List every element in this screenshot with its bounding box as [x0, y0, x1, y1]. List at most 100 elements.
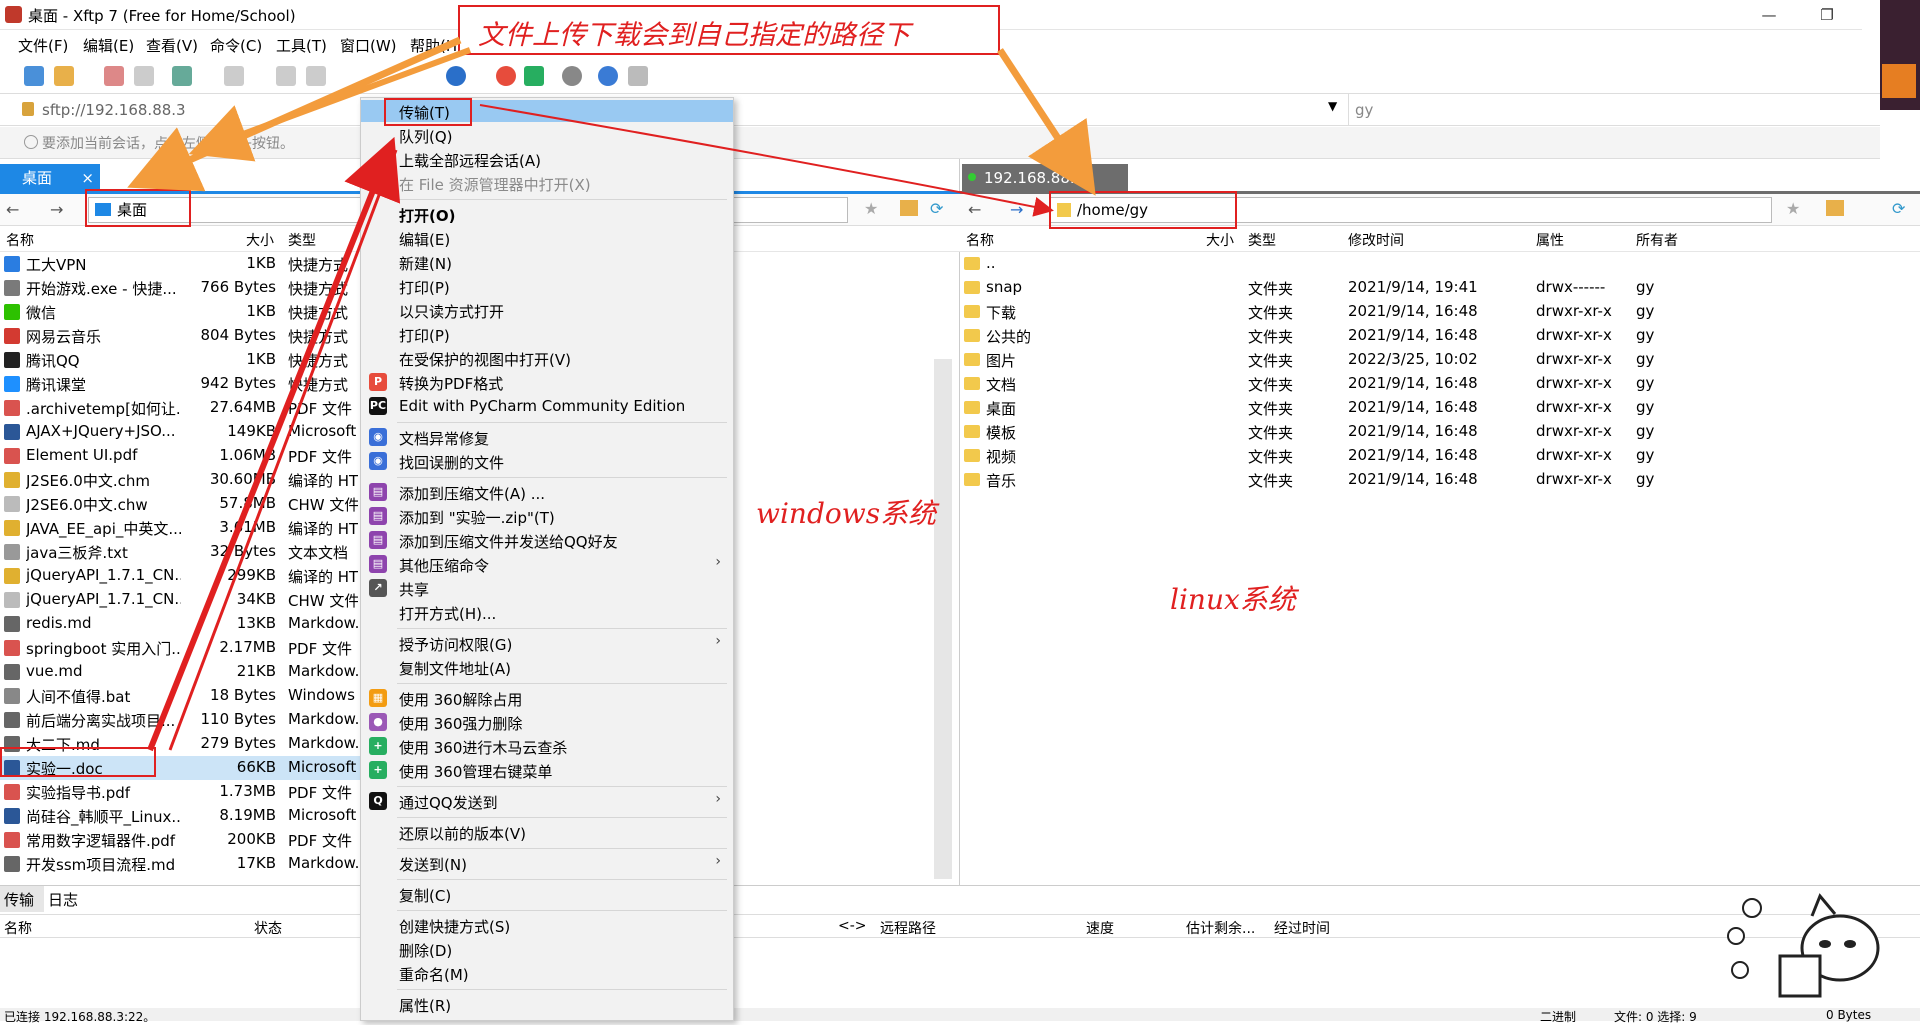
table-row[interactable]: .archivetemp[如何让... 27.64MB PDF 文件	[0, 396, 360, 420]
table-row[interactable]: 开始游戏.exe - 快捷... 766 Bytes 快捷方式	[0, 276, 360, 300]
table-row[interactable]: JAVA_EE_api_中英文... 3.61MB 编译的 HT	[0, 516, 360, 540]
table-row[interactable]: 桌面 文件夹 2021/9/14, 16:48 drwxr-xr-x gy	[960, 396, 1920, 420]
remote-refresh-icon[interactable]: ⟳	[1892, 199, 1905, 218]
rcol-attr[interactable]: 属性	[1536, 230, 1564, 250]
table-row[interactable]: 常用数字逻辑器件.pdf 200KB PDF 文件	[0, 828, 360, 852]
table-row[interactable]: 公共的 文件夹 2021/9/14, 16:48 drwxr-xr-x gy	[960, 324, 1920, 348]
tab-close-icon[interactable]: ×	[81, 164, 94, 192]
back-icon[interactable]: ←	[6, 200, 19, 219]
table-row[interactable]: 开发ssm项目流程.md 17KB Markdow.	[0, 852, 360, 876]
table-row[interactable]: jQueryAPI_1.7.1_CN... 34KB CHW 文件	[0, 588, 360, 612]
address-dropdown-icon[interactable]: ▼	[1328, 99, 1337, 113]
table-row[interactable]: 音乐 文件夹 2021/9/14, 16:48 drwxr-xr-x gy	[960, 468, 1920, 492]
table-row[interactable]: 模板 文件夹 2021/9/14, 16:48 drwxr-xr-x gy	[960, 420, 1920, 444]
rcol-time[interactable]: 修改时间	[1348, 230, 1404, 250]
star-icon[interactable]: ★	[864, 199, 878, 218]
context-menu-item[interactable]: 打开方式(H)...	[361, 601, 733, 623]
context-menu-item[interactable]: ▦ 使用 360解除占用	[361, 687, 733, 709]
table-row[interactable]: springboot 实用入门... 2.17MB PDF 文件	[0, 636, 360, 660]
table-row[interactable]: snap 文件夹 2021/9/14, 19:41 drwx------ gy	[960, 276, 1920, 300]
context-menu-item[interactable]: 属性(R)	[361, 993, 733, 1015]
table-row[interactable]: 视频 文件夹 2021/9/14, 16:48 drwxr-xr-x gy	[960, 444, 1920, 468]
forward-icon[interactable]: →	[50, 200, 63, 219]
context-menu-item[interactable]: P 转换为PDF格式	[361, 371, 733, 393]
context-menu-item[interactable]: ↗ 共享	[361, 577, 733, 599]
context-menu-item[interactable]: 还原以前的版本(V)	[361, 821, 733, 843]
context-menu-item[interactable]: 队列(Q)	[361, 124, 733, 146]
context-menu-item[interactable]: 复制(C)	[361, 883, 733, 905]
chat-icon[interactable]	[628, 66, 648, 86]
sync-icon[interactable]	[172, 66, 192, 86]
context-menu-item[interactable]: 打开(O)	[361, 203, 733, 225]
remote-home-icon[interactable]	[1826, 200, 1844, 216]
user-icon[interactable]	[1882, 64, 1916, 98]
table-row[interactable]: 文档 文件夹 2021/9/14, 16:48 drwxr-xr-x gy	[960, 372, 1920, 396]
tab-log[interactable]: 日志	[48, 889, 78, 910]
table-row[interactable]: 腾讯QQ 1KB 快捷方式	[0, 348, 360, 372]
context-menu-item[interactable]: + 使用 360管理右键菜单	[361, 759, 733, 781]
xshell-icon[interactable]	[496, 66, 516, 86]
left-scrollbar[interactable]	[934, 359, 952, 879]
menu-help[interactable]: 帮助(H)	[410, 35, 463, 56]
rcol-type[interactable]: 类型	[1248, 230, 1276, 250]
xftp-icon[interactable]	[524, 66, 544, 86]
context-menu-item[interactable]: 授予访问权限(G) ›	[361, 632, 733, 654]
table-row[interactable]: J2SE6.0中文.chw 57.8MB CHW 文件	[0, 492, 360, 516]
menu-window[interactable]: 窗口(W)	[340, 35, 397, 56]
table-row[interactable]: java三板斧.txt 32 Bytes 文本文档	[0, 540, 360, 564]
table-row[interactable]: 图片 文件夹 2022/3/25, 10:02 drwxr-xr-x gy	[960, 348, 1920, 372]
username-field[interactable]: gy	[1348, 94, 1638, 126]
col-name[interactable]: 名称	[6, 230, 34, 250]
gear-icon[interactable]	[562, 66, 582, 86]
tcol-eta[interactable]: 估计剩余...	[1186, 918, 1255, 938]
refresh-icon[interactable]: ⟳	[930, 199, 943, 218]
paste-icon[interactable]	[306, 66, 326, 86]
context-menu-item[interactable]: 新建(N)	[361, 251, 733, 273]
context-menu-item[interactable]: ◉ 找回误删的文件	[361, 450, 733, 472]
rcol-size[interactable]: 大小	[1206, 230, 1234, 250]
table-row[interactable]: 微信 1KB 快捷方式	[0, 300, 360, 324]
tcol-remote-path[interactable]: 远程路径	[880, 918, 936, 938]
table-row[interactable]: 尚硅谷_韩顺平_Linux... 8.19MB Microsoft	[0, 804, 360, 828]
tcol-direction[interactable]: <->	[838, 918, 867, 934]
tcol-name[interactable]: 名称	[4, 918, 32, 938]
table-row[interactable]: jQueryAPI_1.7.1_CN... 299KB 编译的 HT	[0, 564, 360, 588]
view-icon[interactable]	[224, 66, 244, 86]
context-menu-item[interactable]: 打印(P)	[361, 275, 733, 297]
table-row[interactable]: 工大VPN 1KB 快捷方式	[0, 252, 360, 276]
menu-command[interactable]: 命令(C)	[210, 35, 262, 56]
context-menu-item[interactable]: 以只读方式打开	[361, 299, 733, 321]
table-row[interactable]: 网易云音乐 804 Bytes 快捷方式	[0, 324, 360, 348]
tab-transfer[interactable]: 传输	[0, 886, 44, 912]
maximize-button[interactable]: ❐	[1804, 0, 1850, 30]
context-menu-item[interactable]: ▤ 其他压缩命令 ›	[361, 553, 733, 575]
table-row[interactable]: 下载 文件夹 2021/9/14, 16:48 drwxr-xr-x gy	[960, 300, 1920, 324]
rcol-owner[interactable]: 所有者	[1636, 230, 1678, 250]
context-menu-item[interactable]: ▤ 添加到压缩文件(A) ...	[361, 481, 733, 503]
context-menu-item[interactable]: 在受保护的视图中打开(V)	[361, 347, 733, 369]
context-menu-item[interactable]: 编辑(E)	[361, 227, 733, 249]
context-menu-item[interactable]: 上载全部远程会话(A)	[361, 148, 733, 170]
context-menu-item[interactable]: ▤ 添加到压缩文件并发送给QQ好友	[361, 529, 733, 551]
table-row[interactable]: Element UI.pdf 1.06MB PDF 文件	[0, 444, 360, 468]
tab-local[interactable]: 桌面 ×	[0, 164, 100, 192]
table-row[interactable]: redis.md 13KB Markdow.	[0, 612, 360, 636]
context-menu-item[interactable]: 创建快捷方式(S)	[361, 914, 733, 936]
home-folder-icon[interactable]	[900, 200, 918, 216]
table-row[interactable]: vue.md 21KB Markdow.	[0, 660, 360, 684]
remote-forward-icon[interactable]: →	[1010, 200, 1023, 219]
context-menu-item[interactable]: PC Edit with PyCharm Community Edition	[361, 395, 733, 417]
rcol-name[interactable]: 名称	[966, 230, 994, 250]
context-menu-item[interactable]: 复制文件地址(A)	[361, 656, 733, 678]
minimize-button[interactable]: —	[1746, 0, 1792, 30]
context-menu-item[interactable]: ● 使用 360强力删除	[361, 711, 733, 733]
table-row[interactable]: 前后端分离实战项目... 110 Bytes Markdow.	[0, 708, 360, 732]
col-size[interactable]: 大小	[246, 230, 274, 250]
context-menu-item[interactable]: 发送到(N) ›	[361, 852, 733, 874]
globe-icon[interactable]	[446, 66, 466, 86]
context-menu-item[interactable]: 打印(P)	[361, 323, 733, 345]
menu-tools[interactable]: 工具(T)	[276, 35, 327, 56]
help-icon[interactable]	[598, 66, 618, 86]
open-folder-icon[interactable]	[54, 66, 74, 86]
context-menu-item[interactable]: ◉ 文档异常修复	[361, 426, 733, 448]
